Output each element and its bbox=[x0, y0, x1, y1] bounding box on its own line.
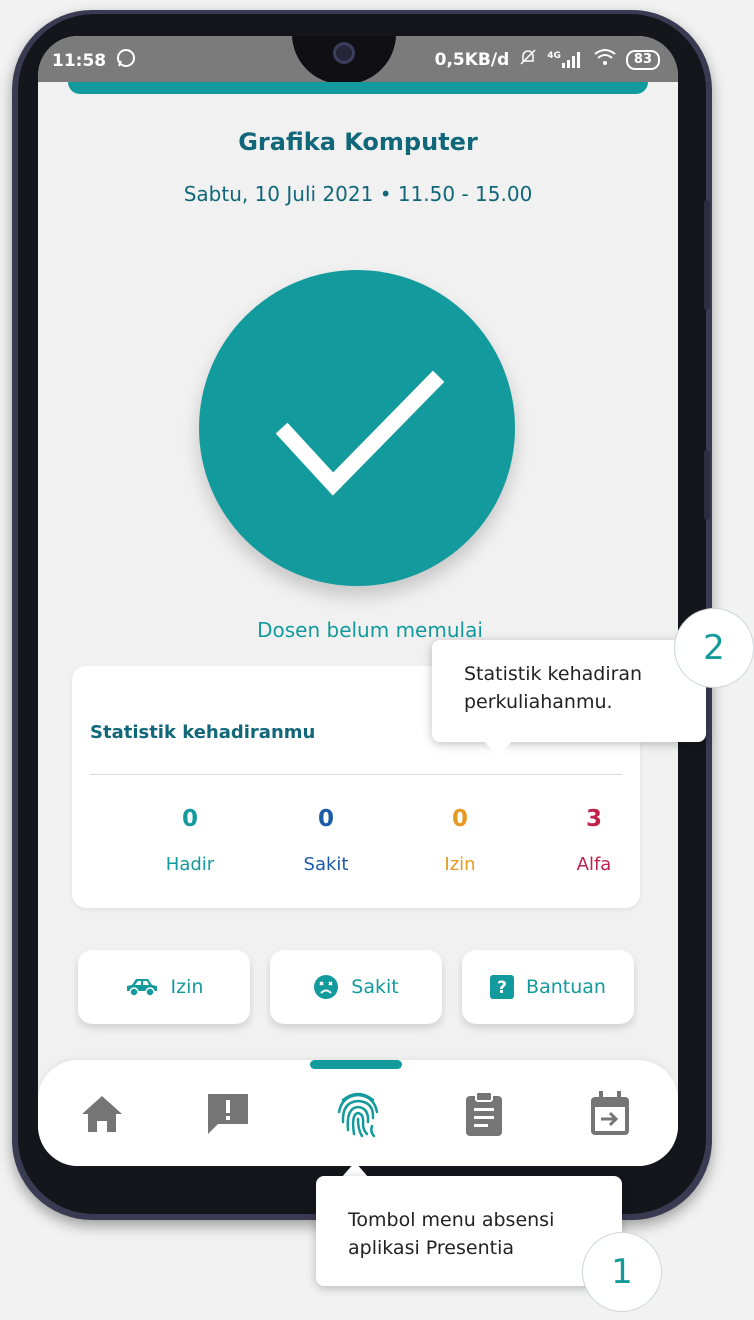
bantuan-label: Bantuan bbox=[526, 976, 606, 998]
sakit-label: Sakit bbox=[351, 976, 399, 998]
tooltip-line: aplikasi Presentia bbox=[348, 1237, 514, 1259]
stats-title: Statistik kehadiranmu bbox=[90, 722, 316, 743]
stat-label: Izin bbox=[444, 854, 476, 875]
stat-hadir: 0 Hadir bbox=[130, 806, 250, 875]
sad-face-icon bbox=[314, 975, 339, 999]
help-icon: ? bbox=[490, 975, 515, 999]
course-title: Grafika Komputer bbox=[238, 128, 478, 156]
stat-alfa: 3 Alfa bbox=[534, 806, 654, 875]
tooltip-line: perkuliahanmu. bbox=[464, 691, 613, 713]
nav-tasks[interactable] bbox=[454, 1084, 514, 1144]
stats-tooltip: Statistik kehadiran perkuliahanmu. bbox=[432, 640, 706, 742]
battery-icon: 83 bbox=[625, 49, 660, 70]
izin-label: Izin bbox=[170, 976, 204, 998]
active-tab-indicator bbox=[310, 1060, 402, 1069]
bantuan-button[interactable]: ? Bantuan bbox=[462, 950, 634, 1024]
report-icon bbox=[208, 1094, 248, 1134]
course-datetime: Sabtu, 10 Juli 2021 • 11.50 - 15.00 bbox=[183, 182, 533, 206]
check-icon bbox=[275, 370, 445, 496]
app-screen: 11:58 0,5KB/d 4G 83 Grafika Komputer Sab… bbox=[38, 36, 678, 1166]
car-icon bbox=[126, 979, 157, 997]
nav-attendance[interactable] bbox=[328, 1084, 388, 1144]
nav-schedule[interactable] bbox=[580, 1084, 640, 1144]
step-badge-1: 1 bbox=[582, 1232, 662, 1312]
home-icon bbox=[82, 1096, 122, 1132]
status-message: Dosen belum memulai bbox=[257, 618, 483, 642]
svg-text:?: ? bbox=[497, 978, 507, 998]
step-badge-2: 2 bbox=[674, 608, 754, 688]
nav-home[interactable] bbox=[72, 1084, 132, 1144]
stat-sakit: 0 Sakit bbox=[266, 806, 386, 875]
nav-report[interactable] bbox=[198, 1084, 258, 1144]
status-time: 11:58 bbox=[52, 50, 107, 71]
tooltip-line: Tombol menu absensi bbox=[348, 1209, 555, 1231]
signal-icon: 4G bbox=[547, 50, 584, 68]
stat-value: 0 bbox=[451, 806, 468, 832]
divider bbox=[90, 774, 622, 775]
stat-value: 0 bbox=[181, 806, 198, 832]
network-speed: 0,5KB/d bbox=[434, 49, 510, 70]
fingerprint-icon bbox=[337, 1092, 379, 1138]
stat-label: Alfa bbox=[576, 854, 612, 875]
calendar-icon bbox=[591, 1091, 629, 1135]
whatsapp-icon bbox=[116, 48, 136, 73]
stat-izin: 0 Izin bbox=[400, 806, 520, 875]
clipboard-icon bbox=[466, 1091, 502, 1136]
tooltip-line: Statistik kehadiran bbox=[464, 663, 643, 685]
stat-label: Hadir bbox=[165, 854, 215, 875]
stat-value: 0 bbox=[317, 806, 334, 832]
wifi-icon bbox=[594, 48, 616, 71]
mute-bell-icon bbox=[519, 48, 537, 71]
menu-tooltip: Tombol menu absensi aplikasi Presentia bbox=[316, 1176, 622, 1286]
camera-icon bbox=[333, 42, 355, 64]
header-strip bbox=[68, 82, 648, 94]
power-button bbox=[704, 450, 710, 520]
tooltip-arrow bbox=[484, 741, 512, 757]
battery-level: 83 bbox=[633, 51, 652, 67]
sakit-button[interactable]: Sakit bbox=[270, 950, 442, 1024]
network-type: 4G bbox=[547, 50, 561, 61]
volume-button bbox=[704, 200, 710, 310]
attendance-check-button[interactable] bbox=[199, 270, 515, 586]
stat-label: Sakit bbox=[303, 854, 349, 875]
stat-value: 3 bbox=[585, 806, 602, 832]
izin-button[interactable]: Izin bbox=[78, 950, 250, 1024]
